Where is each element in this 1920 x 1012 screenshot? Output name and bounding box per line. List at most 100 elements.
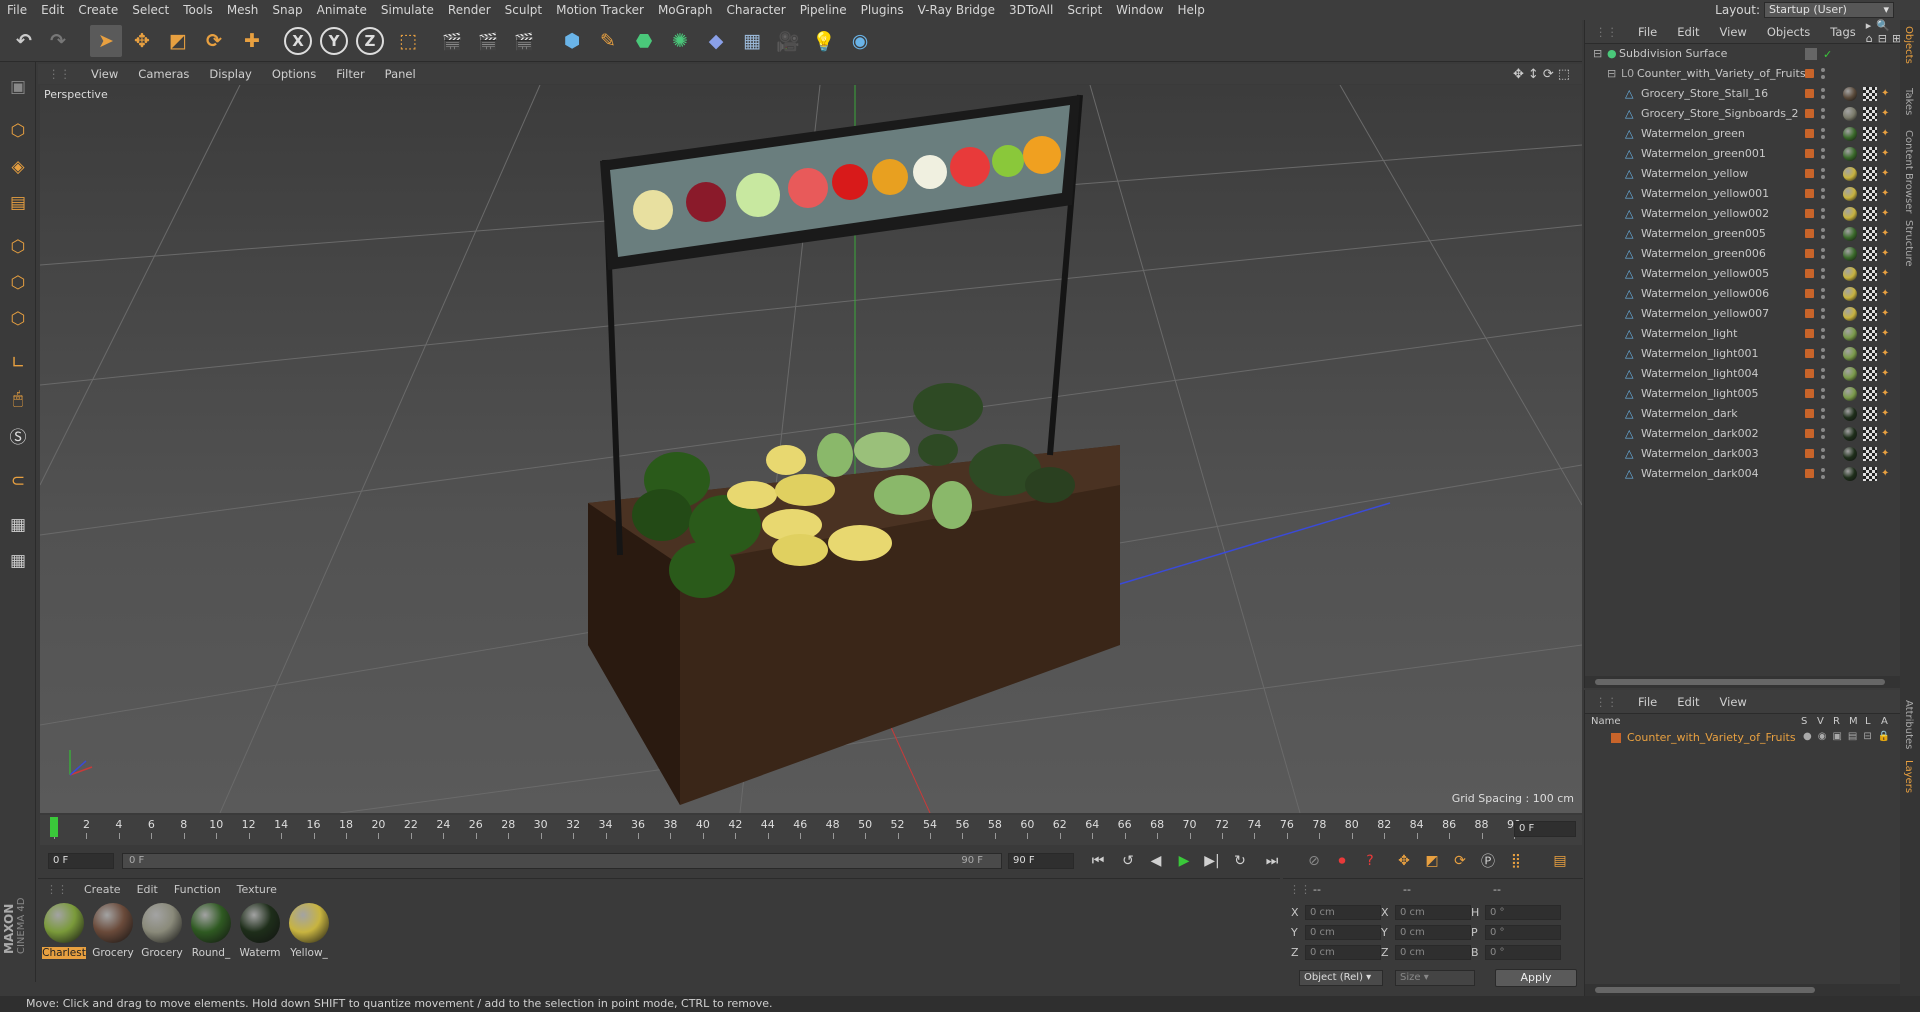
coordinate-mode-select[interactable]: Object (Rel) ▾ <box>1299 970 1383 986</box>
playhead[interactable] <box>50 817 58 837</box>
phong-tag-icon[interactable]: ✦ <box>1881 424 1889 444</box>
object-row[interactable]: △ Watermelon_yellow005 ✦ <box>1585 264 1901 284</box>
object-row-root[interactable]: ⊟ ● Subdivision Surface ✓ <box>1585 44 1901 64</box>
phong-tag-icon[interactable]: ✦ <box>1881 164 1889 184</box>
tab-attributes[interactable]: Attributes <box>1903 700 1914 749</box>
material-menu-edit[interactable]: Edit <box>129 883 166 896</box>
layer-hscrollbar[interactable] <box>1585 984 1901 996</box>
uvw-tag-icon[interactable] <box>1863 87 1877 101</box>
object-row[interactable]: △ Watermelon_green006 ✦ <box>1585 244 1901 264</box>
viewport-menu-view[interactable]: View <box>81 67 128 81</box>
snapping-icon[interactable]: Ⓢ <box>3 420 33 450</box>
editor-visibility-dot[interactable] <box>1821 468 1825 472</box>
go-to-end-icon[interactable]: ⏭ <box>1260 850 1284 872</box>
menu-create[interactable]: Create <box>71 0 125 20</box>
rotate-icon[interactable]: ⟳ <box>198 25 230 57</box>
menu-mograph[interactable]: MoGraph <box>651 0 720 20</box>
uvw-tag-icon[interactable] <box>1863 327 1877 341</box>
layer-row[interactable]: Counter_with_Variety_of_Fruits ●◉▣▤⊟🔒 <box>1585 730 1900 748</box>
editor-visibility-dot[interactable] <box>1821 288 1825 292</box>
layer-menu-view[interactable]: View <box>1710 695 1757 709</box>
material-menu-create[interactable]: Create <box>76 883 129 896</box>
render-visibility-dot[interactable] <box>1821 455 1825 459</box>
coord-field[interactable]: 0 cm <box>1395 945 1471 960</box>
menu-render[interactable]: Render <box>441 0 498 20</box>
menu-select[interactable]: Select <box>125 0 176 20</box>
uvw-tag-icon[interactable] <box>1863 227 1877 241</box>
x-axis-icon[interactable]: X <box>284 27 312 55</box>
uvw-tag-icon[interactable] <box>1863 407 1877 421</box>
texture-tag-icon[interactable] <box>1843 207 1857 221</box>
viewport[interactable]: Perspective Grid Spacing : 100 cm <box>40 85 1582 813</box>
tab-layers[interactable]: Layers <box>1903 760 1914 793</box>
viewport-menu-filter[interactable]: Filter <box>326 67 374 81</box>
uvw-tag-icon[interactable] <box>1863 467 1877 481</box>
check-icon[interactable]: ✓ <box>1823 45 1832 65</box>
material-item[interactable]: Yellow_ <box>287 903 331 959</box>
texture-tag-icon[interactable] <box>1843 107 1857 121</box>
mograph-cloner-icon[interactable]: ✺ <box>664 25 696 57</box>
texture-tag-icon[interactable] <box>1843 367 1857 381</box>
points-mode-icon[interactable]: ⬡ <box>3 232 33 262</box>
phong-tag-icon[interactable]: ✦ <box>1881 104 1889 124</box>
texture-tag-icon[interactable] <box>1843 287 1857 301</box>
menu-sculpt[interactable]: Sculpt <box>498 0 549 20</box>
timeline-window-icon[interactable]: ▤ <box>1548 850 1572 872</box>
object-row[interactable]: △ Watermelon_yellow006 ✦ <box>1585 284 1901 304</box>
render-visibility-dot[interactable] <box>1821 195 1825 199</box>
keyframe-selection-icon[interactable]: ? <box>1358 850 1382 872</box>
object-menu-edit[interactable]: Edit <box>1667 25 1709 39</box>
layer-color-tag[interactable] <box>1805 289 1814 298</box>
scrollbar-thumb[interactable] <box>1595 987 1815 993</box>
model-mode-icon[interactable]: ⬡ <box>3 116 33 146</box>
object-row[interactable]: △ Watermelon_light ✦ <box>1585 324 1901 344</box>
uvw-tag-icon[interactable] <box>1863 387 1877 401</box>
scrollbar-thumb[interactable] <box>1595 679 1885 685</box>
render-visibility-dot[interactable] <box>1821 155 1825 159</box>
scale-icon[interactable]: ◩ <box>162 25 194 57</box>
polygons-mode-icon[interactable]: ⬡ <box>3 304 33 334</box>
editor-visibility-dot[interactable] <box>1821 388 1825 392</box>
workplane-mode-icon[interactable]: ▤ <box>3 188 33 218</box>
texture-tag-icon[interactable] <box>1843 327 1857 341</box>
material-item[interactable]: Waterm <box>238 903 282 959</box>
tab-structure[interactable]: Structure <box>1903 220 1914 267</box>
object-row[interactable]: △ Watermelon_dark ✦ <box>1585 404 1901 424</box>
undo-icon[interactable]: ↶ <box>8 25 40 57</box>
render-visibility-dot[interactable] <box>1821 275 1825 279</box>
object-row[interactable]: △ Watermelon_yellow ✦ <box>1585 164 1901 184</box>
render-visibility-dot[interactable] <box>1821 295 1825 299</box>
menu-3dtoall[interactable]: 3DToAll <box>1002 0 1060 20</box>
phong-tag-icon[interactable]: ✦ <box>1881 404 1889 424</box>
menu-window[interactable]: Window <box>1109 0 1170 20</box>
deformer-icon[interactable]: ◆ <box>700 25 732 57</box>
y-axis-icon[interactable]: Y <box>320 27 348 55</box>
camera-icon[interactable]: 🎥 <box>772 25 804 57</box>
menu-plugins[interactable]: Plugins <box>854 0 911 20</box>
layer-menu-edit[interactable]: Edit <box>1667 695 1709 709</box>
coord-field[interactable]: 0 ° <box>1485 905 1561 920</box>
object-row[interactable]: △ Watermelon_light005 ✦ <box>1585 384 1901 404</box>
render-visibility-dot[interactable] <box>1821 415 1825 419</box>
viewport-menu-options[interactable]: Options <box>262 67 326 81</box>
menu-help[interactable]: Help <box>1170 0 1211 20</box>
coord-field[interactable]: 0 cm <box>1395 925 1471 940</box>
texture-tag-icon[interactable] <box>1843 407 1857 421</box>
layer-color-tag[interactable] <box>1805 89 1814 98</box>
uvw-tag-icon[interactable] <box>1863 147 1877 161</box>
texture-tag-icon[interactable] <box>1843 467 1857 481</box>
coord-field[interactable]: 0 cm <box>1305 905 1381 920</box>
texture-tag-icon[interactable] <box>1843 167 1857 181</box>
object-row[interactable]: △ Grocery_Store_Signboards_2 ✦ <box>1585 104 1901 124</box>
editor-visibility-dot[interactable] <box>1821 208 1825 212</box>
make-editable-icon[interactable]: ▣ <box>3 72 33 102</box>
previous-frame-icon[interactable]: ◀ <box>1144 850 1168 872</box>
object-row[interactable]: △ Watermelon_green001 ✦ <box>1585 144 1901 164</box>
coord-field[interactable]: 0 cm <box>1305 925 1381 940</box>
uvw-tag-icon[interactable] <box>1863 447 1877 461</box>
uvw-tag-icon[interactable] <box>1863 247 1877 261</box>
phong-tag-icon[interactable]: ✦ <box>1881 384 1889 404</box>
autokey-icon[interactable]: ⏺ <box>1330 850 1354 872</box>
range-slider[interactable]: 0 F 90 F <box>122 853 1002 869</box>
layer-toggle-icons[interactable]: ●◉▣▤⊟🔒 <box>1803 731 1896 742</box>
